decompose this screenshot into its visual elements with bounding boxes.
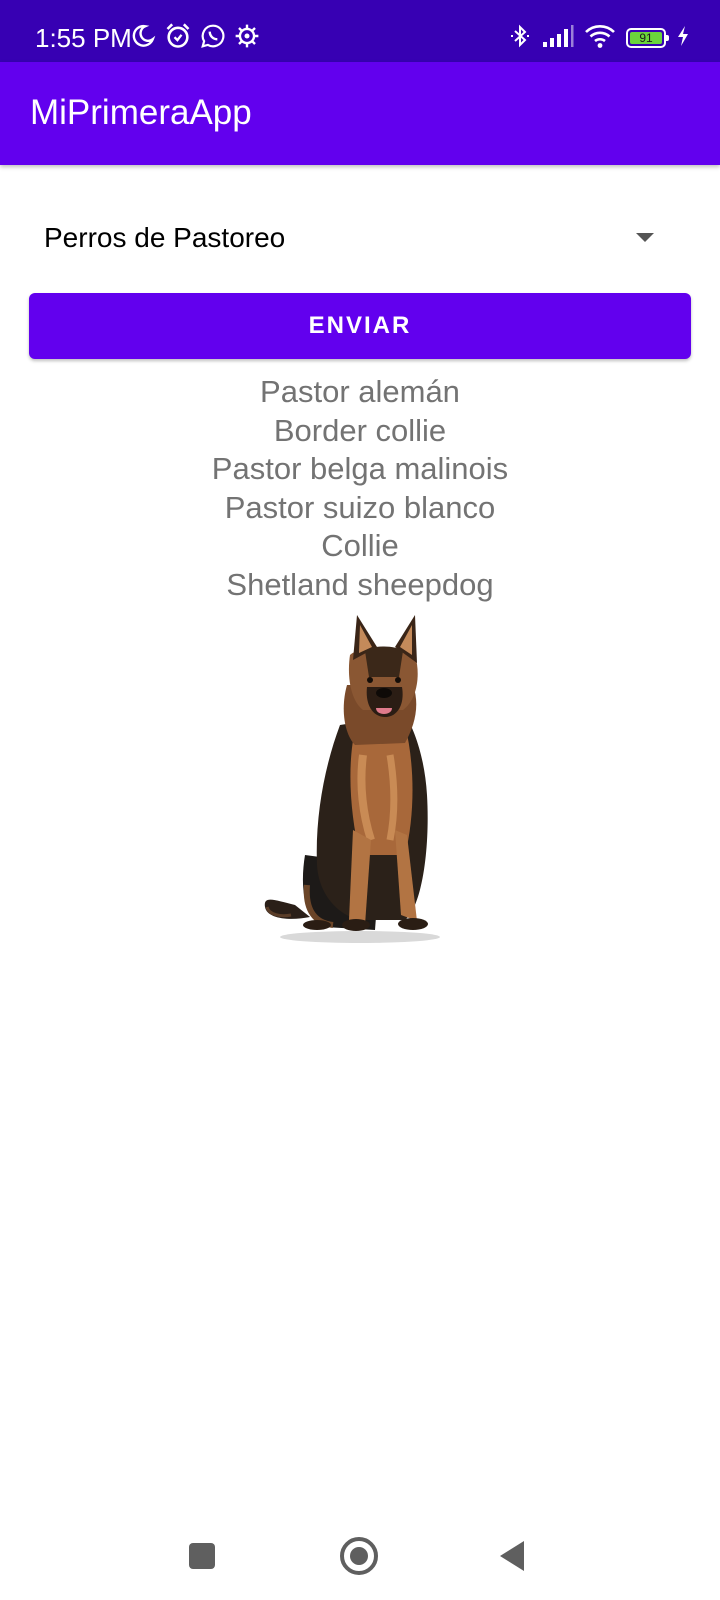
app-title: MiPrimeraApp <box>30 93 252 132</box>
recents-icon[interactable] <box>189 1543 215 1569</box>
result-item: Pastor belga malinois <box>211 451 509 486</box>
alarm-icon <box>164 22 192 55</box>
spinner-selected-value: Perros de Pastoreo <box>44 222 286 253</box>
navigation-bar <box>0 1500 720 1600</box>
app-bar: MiPrimeraApp <box>0 62 720 165</box>
result-item: Shetland sheepdog <box>226 566 494 602</box>
category-spinner[interactable]: Perros de Pastoreo <box>30 205 690 275</box>
result-item: Collie <box>321 528 399 563</box>
result-item: Pastor suizo blanco <box>224 489 496 525</box>
wifi-icon <box>584 23 616 54</box>
battery-icon: 91 <box>626 28 669 48</box>
dog-image <box>264 615 440 943</box>
status-time: 1:55 PM <box>35 23 132 53</box>
status-right-icons: 91 <box>508 22 690 54</box>
signal-icon <box>542 24 574 53</box>
result-list: Pastor alemán Border collie Pastor belga… <box>0 373 720 604</box>
result-item: Border collie <box>273 412 447 448</box>
home-icon[interactable] <box>340 1537 378 1575</box>
send-button[interactable]: ENVIAR <box>29 293 691 359</box>
battery-tip <box>666 35 669 41</box>
settings-gear-icon <box>234 23 260 54</box>
result-item: Pastor alemán <box>260 374 460 409</box>
status-bar: 1:55 PM 91 <box>0 0 720 62</box>
dropdown-arrow-icon <box>636 233 654 242</box>
moon-icon <box>130 23 156 54</box>
home-icon-dot <box>350 1547 368 1565</box>
battery-level: 91 <box>630 32 662 44</box>
screen: 1:55 PM 91 MiPrimeraApp Perros de Pastor… <box>0 0 720 1600</box>
status-left-icons <box>130 22 260 54</box>
back-icon[interactable] <box>500 1541 524 1571</box>
charging-bolt-icon <box>676 25 690 52</box>
bluetooth-icon <box>508 23 532 54</box>
whatsapp-icon <box>200 23 226 54</box>
